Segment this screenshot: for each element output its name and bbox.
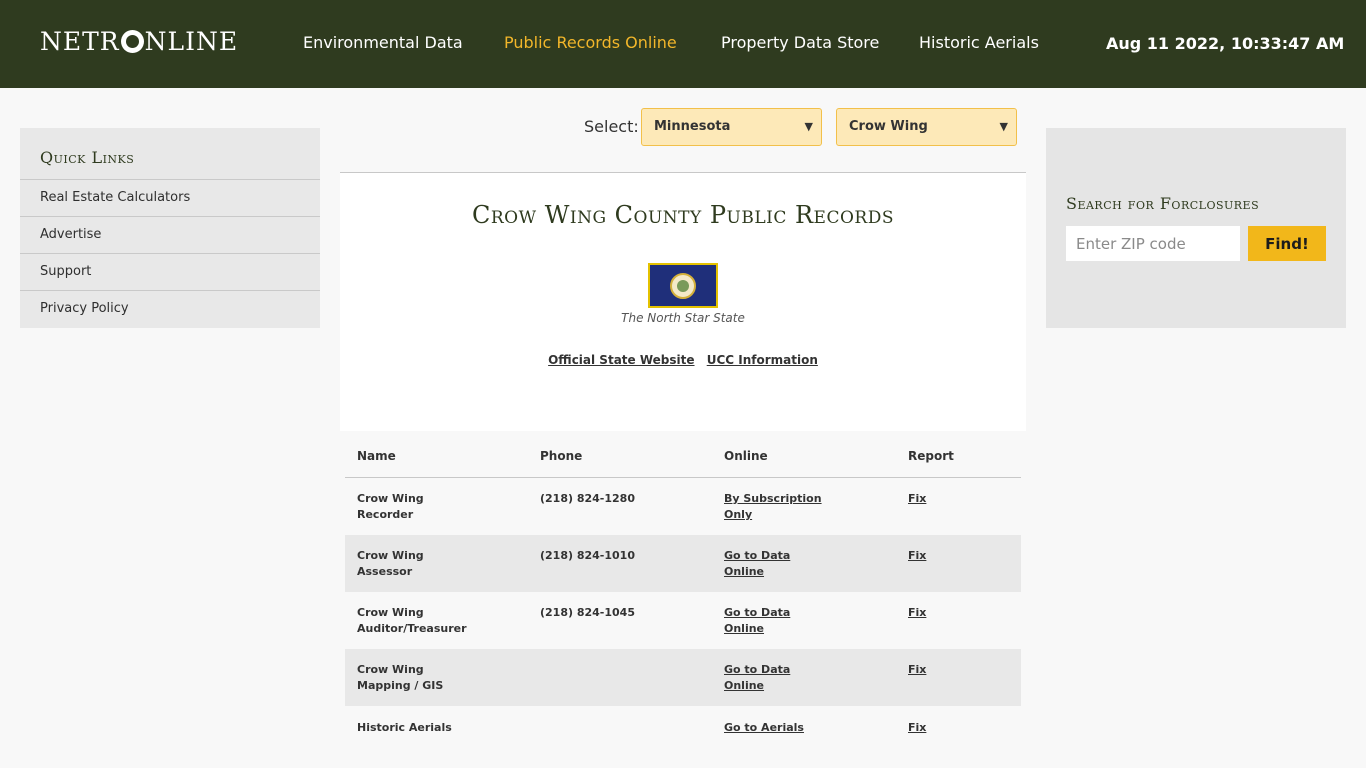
- record-name-line2: Auditor/Treasurer: [357, 622, 467, 635]
- state-seal-icon: [670, 273, 696, 299]
- record-report: Fix: [908, 548, 968, 564]
- official-state-website-link[interactable]: Official State Website: [548, 353, 694, 367]
- quick-links-title: Quick Links: [40, 148, 135, 167]
- record-report: Fix: [908, 662, 968, 678]
- state-select-value: Minnesota: [654, 119, 731, 134]
- record-online-link: Go to Aerials: [724, 720, 834, 736]
- record-name: Crow Wing Mapping / GIS: [357, 662, 507, 694]
- nav-environmental-data[interactable]: Environmental Data: [303, 33, 463, 53]
- column-header-report: Report: [908, 449, 954, 463]
- record-name: Historic Aerials: [357, 721, 452, 734]
- online-link-line2: Only: [724, 508, 753, 521]
- record-report: Fix: [908, 605, 968, 621]
- quick-link-advertise[interactable]: Advertise: [20, 216, 320, 253]
- record-name-line2: Assessor: [357, 565, 413, 578]
- online-link[interactable]: Go to Data Online: [724, 663, 790, 692]
- select-label: Select:: [584, 117, 639, 136]
- fix-link[interactable]: Fix: [908, 492, 926, 505]
- county-records-panel: Crow Wing County Public Records The Nort…: [340, 172, 1026, 431]
- online-link-line2: Online: [724, 565, 765, 578]
- column-header-phone: Phone: [540, 449, 583, 463]
- online-link-line1: Go to Data: [724, 549, 791, 562]
- quick-links-panel: Quick Links Real Estate Calculators Adve…: [20, 128, 320, 328]
- online-link[interactable]: Go to Aerials: [724, 721, 804, 734]
- state-links: Official State Website UCC Information: [340, 353, 1026, 367]
- record-online-link: By Subscription Only: [724, 491, 834, 523]
- county-select-value: Crow Wing: [849, 119, 928, 134]
- online-link-line2: Online: [724, 679, 765, 692]
- record-name-line1: Crow Wing: [357, 549, 424, 562]
- ucc-information-link[interactable]: UCC Information: [707, 353, 818, 367]
- record-online-link: Go to Data Online: [724, 662, 834, 694]
- record-online-link: Go to Data Online: [724, 605, 834, 637]
- record-phone: (218) 824-1280: [540, 492, 635, 505]
- fix-link[interactable]: Fix: [908, 606, 926, 619]
- record-name-line2: Mapping / GIS: [357, 679, 444, 692]
- record-name: Crow Wing Auditor/Treasurer: [357, 605, 507, 637]
- date-time-display: Aug 11 2022, 10:33:47 AM: [1106, 34, 1345, 53]
- record-online-link: Go to Data Online: [724, 548, 834, 580]
- table-row: Crow Wing Auditor/Treasurer (218) 824-104…: [345, 592, 1021, 649]
- online-link-line1: Go to Data: [724, 663, 791, 676]
- record-phone: (218) 824-1045: [540, 606, 635, 619]
- table-row: Crow Wing Mapping / GIS Go to Data Online …: [345, 649, 1021, 706]
- chevron-down-icon: ▼: [999, 120, 1008, 133]
- online-link[interactable]: By Subscription Only: [724, 492, 822, 521]
- nav-property-data-store[interactable]: Property Data Store: [721, 33, 879, 53]
- fix-link[interactable]: Fix: [908, 721, 926, 734]
- record-name-line1: Crow Wing: [357, 606, 424, 619]
- record-phone: (218) 824-1010: [540, 549, 635, 562]
- record-name: Crow Wing Recorder: [357, 491, 507, 523]
- fix-link[interactable]: Fix: [908, 663, 926, 676]
- foreclosure-search-panel: Search for Forclosures Find!: [1046, 128, 1346, 328]
- chevron-down-icon: ▼: [804, 120, 813, 133]
- online-link-line1: Go to Data: [724, 606, 791, 619]
- quick-link-real-estate-calculators[interactable]: Real Estate Calculators: [20, 179, 320, 216]
- state-select[interactable]: Minnesota ▼: [641, 108, 822, 146]
- quick-link-privacy-policy[interactable]: Privacy Policy: [20, 290, 320, 327]
- record-report: Fix: [908, 491, 968, 507]
- nav-historic-aerials[interactable]: Historic Aerials: [919, 33, 1039, 53]
- fix-link[interactable]: Fix: [908, 549, 926, 562]
- foreclosure-title: Search for Forclosures: [1066, 194, 1260, 213]
- table-row: Crow Wing Recorder (218) 824-1280 By Subs…: [345, 478, 1021, 535]
- page-title: Crow Wing County Public Records: [472, 201, 894, 229]
- record-name-line1: Crow Wing: [357, 492, 424, 505]
- column-header-online: Online: [724, 449, 768, 463]
- nav-public-records-online[interactable]: Public Records Online: [504, 33, 677, 53]
- record-report: Fix: [908, 720, 968, 736]
- online-link-line1: By Subscription: [724, 492, 822, 505]
- online-link-line2: Online: [724, 622, 765, 635]
- table-row: Historic Aerials Go to Aerials Fix: [345, 706, 1021, 763]
- state-flag-image: [648, 263, 718, 308]
- online-link[interactable]: Go to Data Online: [724, 606, 790, 635]
- table-header: Name Phone Online Report: [345, 432, 1021, 478]
- online-link[interactable]: Go to Data Online: [724, 549, 790, 578]
- records-table: Name Phone Online Report Crow Wing Record…: [345, 432, 1021, 763]
- county-select[interactable]: Crow Wing ▼: [836, 108, 1017, 146]
- record-name-line1: Crow Wing: [357, 663, 424, 676]
- quick-link-support[interactable]: Support: [20, 253, 320, 290]
- column-header-name: Name: [357, 449, 396, 463]
- zip-code-input[interactable]: [1066, 226, 1240, 261]
- table-row: Crow Wing Assessor (218) 824-1010 Go to D…: [345, 535, 1021, 592]
- site-header: NETR NLINE Environmental Data Public Reco…: [0, 0, 1366, 88]
- find-button[interactable]: Find!: [1248, 226, 1326, 261]
- state-motto: The North Star State: [621, 311, 745, 325]
- record-name-line2: Recorder: [357, 508, 414, 521]
- record-name: Crow Wing Assessor: [357, 548, 507, 580]
